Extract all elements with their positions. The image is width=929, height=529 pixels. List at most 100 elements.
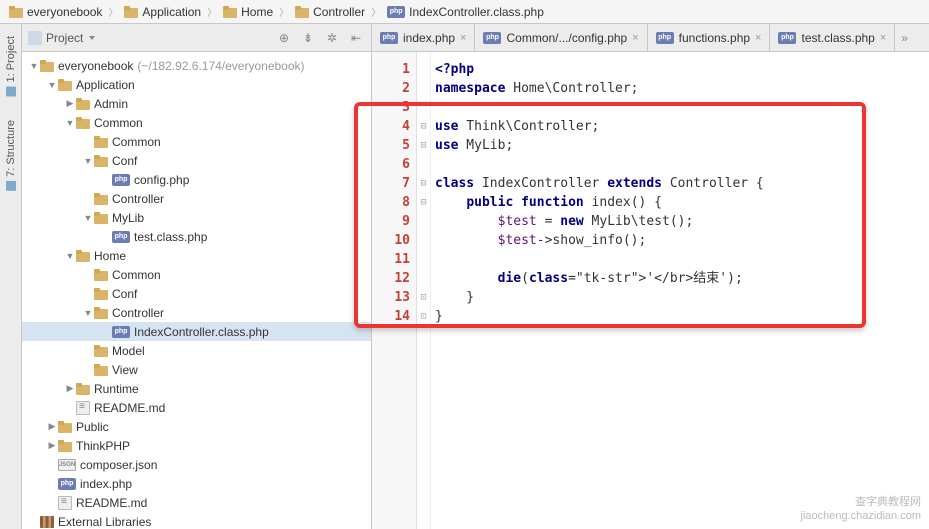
line-number[interactable]: 6 (372, 155, 410, 174)
settings-icon[interactable]: ✲ (323, 29, 341, 47)
tree-node[interactable]: Admin (22, 94, 371, 113)
tree-node[interactable]: README.md (22, 493, 371, 512)
crumb-controller[interactable]: Controller (292, 5, 368, 19)
tree-node[interactable]: phpconfig.php (22, 170, 371, 189)
line-number[interactable]: 4 (372, 117, 410, 136)
code-line[interactable]: } (435, 307, 929, 326)
fold-toggle-icon[interactable]: ⊟ (417, 174, 430, 193)
line-number[interactable]: 12 (372, 269, 410, 288)
tree-node[interactable]: ThinkPHP (22, 436, 371, 455)
tree-node[interactable]: Runtime (22, 379, 371, 398)
chevron-down-icon[interactable] (82, 308, 94, 318)
code-line[interactable]: } (435, 288, 929, 307)
crumb-application[interactable]: Application (121, 5, 204, 19)
chevron-down-icon[interactable] (28, 61, 40, 71)
tree-node[interactable]: phpIndexController.class.php (22, 322, 371, 341)
tree-node[interactable]: Common (22, 265, 371, 284)
close-icon[interactable]: × (460, 32, 466, 44)
line-number-gutter[interactable]: 1234567891011121314 (372, 52, 417, 529)
tree-node[interactable]: Conf (22, 284, 371, 303)
code-line[interactable]: use Think\Controller; (435, 117, 929, 136)
line-number[interactable]: 5 (372, 136, 410, 155)
code-line[interactable] (435, 250, 929, 269)
tree-node[interactable]: everyonebook(~/182.92.6.174/everyonebook… (22, 56, 371, 75)
code-line[interactable]: class IndexController extends Controller… (435, 174, 929, 193)
tree-node[interactable]: Common (22, 132, 371, 151)
tree-node[interactable]: Home (22, 246, 371, 265)
fold-column[interactable]: ⊟⊟⊟⊟⊡⊡ (417, 52, 431, 529)
tree-node[interactable]: Common (22, 113, 371, 132)
panel-title[interactable]: Project (28, 31, 95, 45)
code-line[interactable]: <?php (435, 60, 929, 79)
tree-node[interactable]: README.md (22, 398, 371, 417)
fold-empty (417, 60, 430, 79)
code-line[interactable]: $test = new MyLib\test(); (435, 212, 929, 231)
folder-icon (94, 136, 108, 148)
chevron-right-icon[interactable] (64, 383, 76, 394)
project-tree[interactable]: everyonebook(~/182.92.6.174/everyonebook… (22, 52, 371, 529)
fold-toggle-icon[interactable]: ⊡ (417, 288, 430, 307)
editor-tab-functions[interactable]: phpfunctions.php× (648, 24, 771, 51)
editor-tab-config[interactable]: phpCommon/.../config.php× (475, 24, 647, 51)
chevron-right-icon[interactable] (64, 98, 76, 109)
tree-node[interactable]: MyLib (22, 208, 371, 227)
collapse-all-icon[interactable]: ⇟ (299, 29, 317, 47)
chevron-down-icon[interactable] (82, 213, 94, 223)
fold-toggle-icon[interactable]: ⊟ (417, 136, 430, 155)
line-number[interactable]: 2 (372, 79, 410, 98)
side-tab-structure[interactable]: 7: Structure (3, 116, 19, 195)
chevron-down-icon[interactable] (64, 251, 76, 261)
folder-icon (76, 383, 90, 395)
line-number[interactable]: 1 (372, 60, 410, 79)
fold-toggle-icon[interactable]: ⊡ (417, 307, 430, 326)
close-icon[interactable]: × (755, 32, 761, 44)
code-line[interactable]: die(class="tk-str">'</br>结束'); (435, 269, 929, 288)
side-tab-project[interactable]: 1: Project (3, 32, 19, 100)
scroll-from-source-icon[interactable]: ⊕ (275, 29, 293, 47)
code-line[interactable]: $test->show_info(); (435, 231, 929, 250)
tree-node[interactable]: JSONcomposer.json (22, 455, 371, 474)
tree-node[interactable]: Model (22, 341, 371, 360)
tree-node[interactable]: Application (22, 75, 371, 94)
tree-node[interactable]: Controller (22, 303, 371, 322)
code-line[interactable]: use MyLib; (435, 136, 929, 155)
crumb-home[interactable]: Home (220, 5, 276, 19)
close-icon[interactable]: × (632, 32, 638, 44)
hide-icon[interactable]: ⇤ (347, 29, 365, 47)
tree-node[interactable]: External Libraries (22, 512, 371, 529)
tree-node[interactable]: View (22, 360, 371, 379)
chevron-down-icon[interactable] (82, 156, 94, 166)
code-line[interactable]: public function index() { (435, 193, 929, 212)
code-line[interactable]: namespace Home\Controller; (435, 79, 929, 98)
tabs-overflow-button[interactable]: » (895, 24, 914, 51)
tree-node[interactable]: Conf (22, 151, 371, 170)
tree-node[interactable]: phpindex.php (22, 474, 371, 493)
editor-tab-test[interactable]: phptest.class.php× (770, 24, 895, 51)
crumb-file[interactable]: phpIndexController.class.php (384, 5, 547, 19)
line-number[interactable]: 11 (372, 250, 410, 269)
chevron-down-icon[interactable] (46, 80, 58, 90)
tree-node[interactable]: phptest.class.php (22, 227, 371, 246)
chevron-down-icon[interactable] (64, 118, 76, 128)
line-number[interactable]: 14 (372, 307, 410, 326)
line-number[interactable]: 3 (372, 98, 410, 117)
code-line[interactable] (435, 98, 929, 117)
fold-toggle-icon[interactable]: ⊟ (417, 117, 430, 136)
fold-toggle-icon[interactable]: ⊟ (417, 193, 430, 212)
line-number[interactable]: 8 (372, 193, 410, 212)
php-icon: php (380, 32, 398, 44)
project-panel: Project ⊕ ⇟ ✲ ⇤ everyonebook(~/182.92.6.… (22, 24, 372, 529)
code-editor[interactable]: <?phpnamespace Home\Controller; use Thin… (431, 52, 929, 529)
chevron-right-icon[interactable] (46, 440, 58, 451)
close-icon[interactable]: × (880, 32, 886, 44)
tree-node[interactable]: Public (22, 417, 371, 436)
chevron-right-icon[interactable] (46, 421, 58, 432)
crumb-root[interactable]: everyonebook (6, 5, 105, 19)
code-line[interactable] (435, 155, 929, 174)
line-number[interactable]: 7 (372, 174, 410, 193)
line-number[interactable]: 13 (372, 288, 410, 307)
line-number[interactable]: 9 (372, 212, 410, 231)
line-number[interactable]: 10 (372, 231, 410, 250)
tree-node[interactable]: Controller (22, 189, 371, 208)
editor-tab-index[interactable]: phpindex.php× (372, 24, 475, 51)
